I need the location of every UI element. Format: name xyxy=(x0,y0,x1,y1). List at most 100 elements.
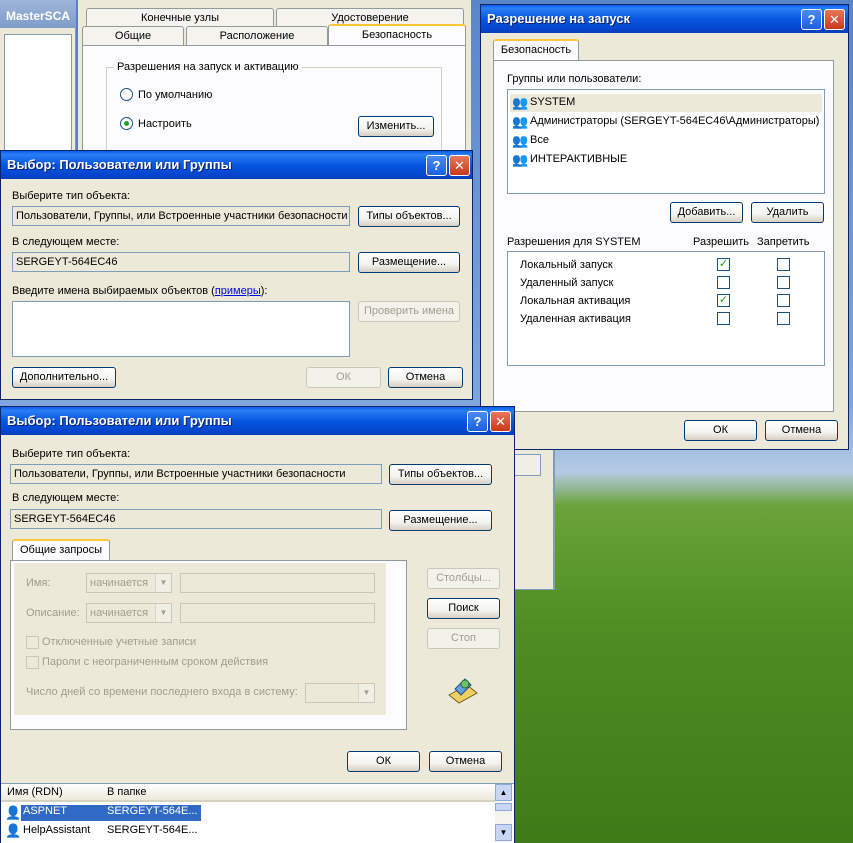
radio-default-label: По умолчанию xyxy=(138,89,213,101)
description-match-value: начинается xyxy=(90,607,149,619)
users-group-icon: 👥 xyxy=(512,133,529,148)
ok-button[interactable]: ОК xyxy=(347,751,420,772)
list-item[interactable]: 👥 Все xyxy=(510,132,822,150)
result-name: HelpAssistant xyxy=(23,824,91,836)
description-match-combo[interactable]: начинается ▼ xyxy=(86,603,172,623)
disabled-accounts-checkbox[interactable] xyxy=(26,636,39,649)
names-label: Введите имена выбираемых объектов (приме… xyxy=(12,285,267,297)
column-header-name[interactable]: Имя (RDN) xyxy=(1,784,101,802)
select-dialog-2-title: Выбор: Пользователи или Группы xyxy=(7,413,232,428)
nonexpiring-passwords-label: Пароли с неограниченным сроком действия xyxy=(42,656,269,668)
cancel-button[interactable]: Отмена xyxy=(429,751,502,772)
users-group-icon: 👥 xyxy=(512,95,529,110)
cancel-button[interactable]: Отмена xyxy=(765,420,838,441)
scroll-thumb[interactable] xyxy=(495,803,512,811)
select-dialog-1-title: Выбор: Пользователи или Группы xyxy=(7,157,232,172)
select-dialog-1-titlebar: Выбор: Пользователи или Группы xyxy=(1,151,472,179)
help-icon[interactable]: ? xyxy=(467,411,488,432)
deny-checkbox[interactable] xyxy=(777,312,790,325)
allow-checkbox[interactable]: ✓ xyxy=(717,258,730,271)
names-label-text: Введите имена выбираемых объектов ( xyxy=(12,285,215,297)
result-folder: SERGEYT-564E... xyxy=(103,805,201,821)
disabled-accounts-label: Отключенные учетные записи xyxy=(42,636,197,648)
close-icon[interactable]: ✕ xyxy=(449,155,470,176)
description-label: Описание: xyxy=(26,607,80,619)
location-button[interactable]: Размещение... xyxy=(389,510,492,531)
users-group-icon: 👥 xyxy=(512,114,529,129)
ok-button[interactable]: ОК xyxy=(684,420,757,441)
launch-permission-dialog: Разрешение на запуск ? ✕ Безопасность Гр… xyxy=(480,4,849,450)
launch-activation-group-title: Разрешения на запуск и активацию xyxy=(114,61,302,73)
cancel-button[interactable]: Отмена xyxy=(388,367,463,388)
location-field: SERGEYT-564EC46 xyxy=(12,252,350,272)
name-match-combo[interactable]: начинается ▼ xyxy=(86,573,172,593)
column-header-filler xyxy=(173,784,495,802)
tab-location[interactable]: Расположение xyxy=(186,26,328,46)
name-match-value: начинается xyxy=(90,577,149,589)
search-button[interactable]: Поиск xyxy=(427,598,500,619)
allow-checkbox[interactable] xyxy=(717,276,730,289)
location-field: SERGEYT-564EC46 xyxy=(10,509,382,529)
object-type-field: Пользователи, Группы, или Встроенные уча… xyxy=(10,464,382,484)
search-results-list[interactable]: Имя (RDN) В папке 👤 ASPNET SERGEYT-564E.… xyxy=(1,783,514,843)
names-label-end: ): xyxy=(260,285,268,297)
help-icon[interactable]: ? xyxy=(426,155,447,176)
names-input[interactable] xyxy=(12,301,350,357)
user-icon: 👤 xyxy=(5,805,22,820)
permissions-list: Локальный запуск ✓ Удаленный запуск Лока… xyxy=(507,251,825,366)
stop-button[interactable]: Стоп xyxy=(427,628,500,649)
ok-button[interactable]: ОК xyxy=(306,367,381,388)
days-since-logon-combo[interactable]: ▼ xyxy=(305,683,375,703)
name-input[interactable] xyxy=(180,573,375,593)
examples-link[interactable]: примеры xyxy=(215,285,261,297)
deny-checkbox[interactable] xyxy=(777,294,790,307)
columns-button[interactable]: Столбцы... xyxy=(427,568,500,589)
group-name: Все xyxy=(530,134,549,146)
column-header-folder[interactable]: В папке xyxy=(101,784,173,802)
check-names-button[interactable]: Проверить имена xyxy=(358,301,460,322)
permissions-label: Разрешения для SYSTEM xyxy=(507,236,641,248)
list-item[interactable]: 👥 ИНТЕРАКТИВНЫЕ xyxy=(510,151,822,169)
scroll-down-icon[interactable]: ▼ xyxy=(495,824,512,841)
list-item[interactable]: 👥 SYSTEM xyxy=(510,94,822,112)
deny-column-header: Запретить xyxy=(757,236,810,248)
list-item[interactable]: 👥 Администраторы (SERGEYT-564EC46\Админи… xyxy=(510,113,822,131)
tab-security[interactable]: Безопасность xyxy=(328,24,466,46)
scroll-up-icon[interactable]: ▲ xyxy=(495,784,512,801)
group-name: SYSTEM xyxy=(530,96,576,108)
nonexpiring-passwords-checkbox[interactable] xyxy=(26,656,39,669)
deny-checkbox[interactable] xyxy=(777,276,790,289)
allow-checkbox[interactable]: ✓ xyxy=(717,294,730,307)
vertical-scrollbar[interactable]: ▲ ▼ xyxy=(495,784,512,842)
tab-common-queries[interactable]: Общие запросы xyxy=(12,539,110,561)
tab-security[interactable]: Безопасность xyxy=(493,39,579,61)
object-types-button[interactable]: Типы объектов... xyxy=(358,206,460,227)
permission-name: Удаленная активация xyxy=(520,313,631,325)
change-button[interactable]: Изменить... xyxy=(358,116,434,137)
location-button[interactable]: Размещение... xyxy=(358,252,460,273)
radio-custom[interactable] xyxy=(120,117,133,130)
tab-general[interactable]: Общие xyxy=(82,26,184,46)
advanced-button[interactable]: Дополнительно... xyxy=(12,367,116,388)
allow-checkbox[interactable] xyxy=(717,312,730,325)
tab-endpoints[interactable]: Конечные узлы xyxy=(86,8,274,28)
description-input[interactable] xyxy=(180,603,375,623)
location-label: В следующем месте: xyxy=(12,492,120,504)
background-window-fragment xyxy=(513,450,555,590)
close-icon[interactable]: ✕ xyxy=(824,9,845,30)
group-name: Администраторы (SERGEYT-564EC46\Админист… xyxy=(530,115,820,127)
groups-list[interactable]: 👥 SYSTEM 👥 Администраторы (SERGEYT-564EC… xyxy=(507,89,825,194)
add-button[interactable]: Добавить... xyxy=(670,202,743,223)
close-icon[interactable]: ✕ xyxy=(490,411,511,432)
result-name: ASPNET xyxy=(21,805,103,821)
table-row[interactable]: 👤 HelpAssistant SERGEYT-564E... xyxy=(3,822,493,840)
remove-button[interactable]: Удалить xyxy=(751,202,824,223)
deny-checkbox[interactable] xyxy=(777,258,790,271)
table-row[interactable]: 👤 ASPNET SERGEYT-564E... xyxy=(3,804,493,822)
background-fragment-bar xyxy=(513,454,541,476)
radio-default[interactable] xyxy=(120,88,133,101)
help-icon[interactable]: ? xyxy=(801,9,822,30)
permission-name: Локальный запуск xyxy=(520,259,613,271)
object-types-button[interactable]: Типы объектов... xyxy=(389,464,492,485)
permission-name: Удаленный запуск xyxy=(520,277,614,289)
